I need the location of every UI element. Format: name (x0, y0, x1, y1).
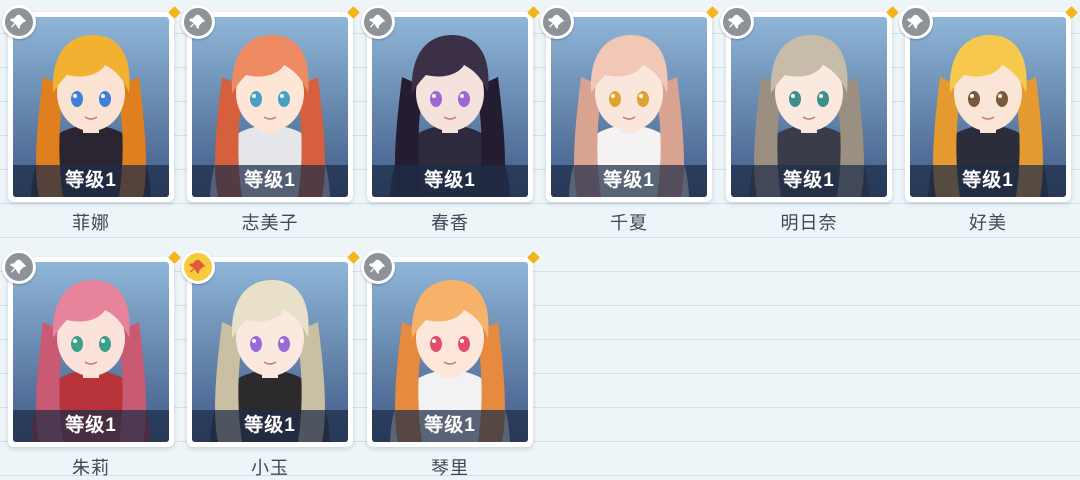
character-name: 志美子 (241, 213, 299, 233)
character-card[interactable]: 等级1 (540, 5, 719, 202)
new-badge-icon (168, 251, 181, 264)
pin-icon[interactable] (2, 5, 36, 39)
character-portrait: 等级1 (731, 17, 887, 197)
level-label: 等级1 (192, 410, 348, 442)
character-card[interactable]: 等级1 (899, 5, 1078, 202)
character-portrait: 等级1 (13, 262, 169, 442)
pin-icon[interactable] (181, 5, 215, 39)
character-name: 千夏 (610, 213, 648, 233)
pin-icon[interactable] (2, 250, 36, 284)
character-card[interactable]: 等级1 (361, 5, 540, 202)
new-badge-icon (168, 6, 181, 19)
character-portrait: 等级1 (372, 17, 528, 197)
character-portrait: 等级1 (372, 262, 528, 442)
character-portrait: 等级1 (910, 17, 1066, 197)
pin-icon[interactable] (720, 5, 754, 39)
pin-icon[interactable] (361, 250, 395, 284)
character-name: 春香 (431, 213, 469, 233)
pin-icon[interactable] (540, 5, 574, 39)
pin-icon[interactable] (181, 250, 215, 284)
level-label: 等级1 (372, 165, 528, 197)
character-card[interactable]: 等级1 (181, 5, 360, 202)
character-card[interactable]: 等级1 (720, 5, 899, 202)
level-label: 等级1 (372, 410, 528, 442)
character-name: 小玉 (251, 458, 289, 478)
new-badge-icon (706, 6, 719, 19)
level-label: 等级1 (910, 165, 1066, 197)
new-badge-icon (347, 251, 360, 264)
character-name: 菲娜 (72, 213, 110, 233)
character-portrait: 等级1 (13, 17, 169, 197)
new-badge-icon (527, 6, 540, 19)
new-badge-icon (1065, 6, 1078, 19)
pin-icon[interactable] (899, 5, 933, 39)
character-card[interactable]: 等级1 (2, 5, 181, 202)
character-name: 琴里 (431, 458, 469, 478)
pin-icon[interactable] (361, 5, 395, 39)
new-badge-icon (527, 251, 540, 264)
level-label: 等级1 (551, 165, 707, 197)
character-name: 朱莉 (72, 458, 110, 478)
level-label: 等级1 (13, 165, 169, 197)
level-label: 等级1 (13, 410, 169, 442)
level-label: 等级1 (731, 165, 887, 197)
new-badge-icon (886, 6, 899, 19)
character-card[interactable]: 等级1 (361, 250, 540, 447)
new-badge-icon (347, 6, 360, 19)
level-label: 等级1 (192, 165, 348, 197)
character-card[interactable]: 等级1 (181, 250, 360, 447)
character-portrait: 等级1 (551, 17, 707, 197)
character-grid: 等级1 菲娜 等级1 志美子 等级1 春香 等级1 千夏 等级1 明日奈 等级1… (0, 0, 1080, 480)
character-name: 明日奈 (780, 213, 838, 233)
character-portrait: 等级1 (192, 17, 348, 197)
character-name: 好美 (969, 213, 1007, 233)
character-card[interactable]: 等级1 (2, 250, 181, 447)
character-portrait: 等级1 (192, 262, 348, 442)
